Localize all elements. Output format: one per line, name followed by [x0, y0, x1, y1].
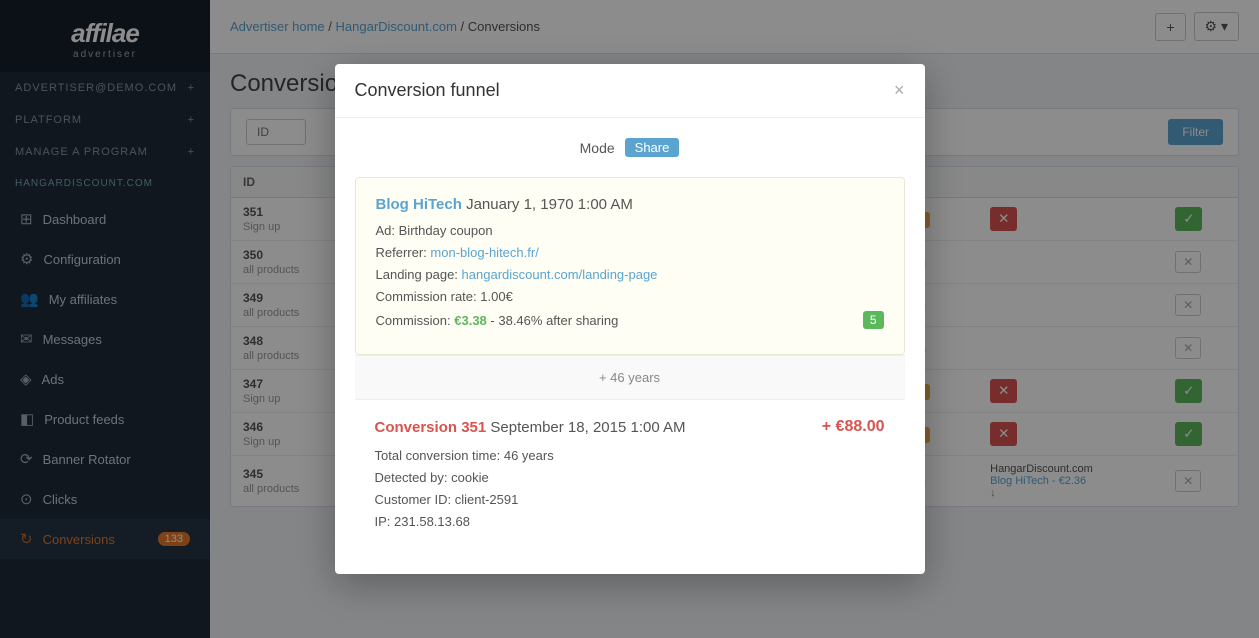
click-commission-row: Commission: €3.38 - 38.46% after sharing…: [376, 311, 884, 329]
num-badge: 5: [863, 311, 884, 329]
conversion-detected: Detected by: cookie: [375, 470, 885, 485]
conversion-total-time: Total conversion time: 46 years: [375, 448, 885, 463]
commission-value: €3.38: [454, 313, 487, 328]
conversion-number: 351: [461, 419, 486, 436]
modal-overlay[interactable]: Conversion funnel × Mode Share Blog HiTe…: [0, 0, 1259, 638]
ip-value: 231.58.13.68: [394, 514, 470, 529]
commission-rate-value: 1.00€: [480, 289, 513, 304]
customer-value: client-2591: [455, 492, 519, 507]
click-commission-rate-row: Commission rate: 1.00€: [376, 289, 884, 304]
conversion-customer: Customer ID: client-2591: [375, 492, 885, 507]
click-card: Blog HiTech January 1, 1970 1:00 AM Ad: …: [355, 177, 905, 355]
ad-label: Ad:: [376, 223, 396, 238]
landing-link[interactable]: hangardiscount.com/landing-page: [462, 267, 658, 282]
referrer-label: Referrer:: [376, 245, 427, 260]
conversion-funnel-modal: Conversion funnel × Mode Share Blog HiTe…: [335, 64, 925, 574]
click-referrer-row: Referrer: mon-blog-hitech.fr/: [376, 245, 884, 260]
commission-label: Commission:: [376, 313, 451, 328]
conversion-title: Conversion 351 September 18, 2015 1:00 A…: [375, 419, 686, 436]
click-ad-row: Ad: Birthday coupon: [376, 223, 884, 238]
modal-body: Mode Share Blog HiTech January 1, 1970 1…: [335, 118, 925, 574]
commission-rate-label: Commission rate:: [376, 289, 477, 304]
conversion-ip: IP: 231.58.13.68: [375, 514, 885, 529]
conversion-card: Conversion 351 September 18, 2015 1:00 A…: [355, 400, 905, 554]
total-time-value: 46 years: [504, 448, 554, 463]
mode-label: Mode: [580, 140, 615, 156]
detected-label: Detected by:: [375, 470, 448, 485]
detected-value: cookie: [451, 470, 489, 485]
mode-row: Mode Share: [355, 138, 905, 157]
total-time-label: Total conversion time:: [375, 448, 501, 463]
gap-indicator: + 46 years: [355, 355, 905, 400]
customer-label: Customer ID:: [375, 492, 452, 507]
referrer-link[interactable]: mon-blog-hitech.fr/: [430, 245, 538, 260]
click-date: January 1, 1970 1:00 AM: [466, 196, 633, 213]
modal-header: Conversion funnel ×: [335, 64, 925, 118]
click-card-title: Blog HiTech January 1, 1970 1:00 AM: [376, 196, 884, 213]
ad-value: Birthday coupon: [399, 223, 493, 238]
modal-title: Conversion funnel: [355, 80, 500, 101]
conversion-word: Conversion: [375, 419, 458, 436]
conversion-amount: + €88.00: [822, 418, 885, 436]
conversion-header: Conversion 351 September 18, 2015 1:00 A…: [375, 418, 885, 436]
conversion-date: September 18, 2015 1:00 AM: [490, 419, 685, 436]
click-landing-row: Landing page: hangardiscount.com/landing…: [376, 267, 884, 282]
mode-badge: Share: [625, 138, 680, 157]
ip-label: IP:: [375, 514, 391, 529]
landing-label: Landing page:: [376, 267, 458, 282]
commission-suffix: - 38.46% after sharing: [490, 313, 618, 328]
modal-close-button[interactable]: ×: [894, 80, 905, 101]
commission-text: Commission: €3.38 - 38.46% after sharing: [376, 313, 619, 328]
click-blog-name: Blog HiTech: [376, 196, 462, 213]
